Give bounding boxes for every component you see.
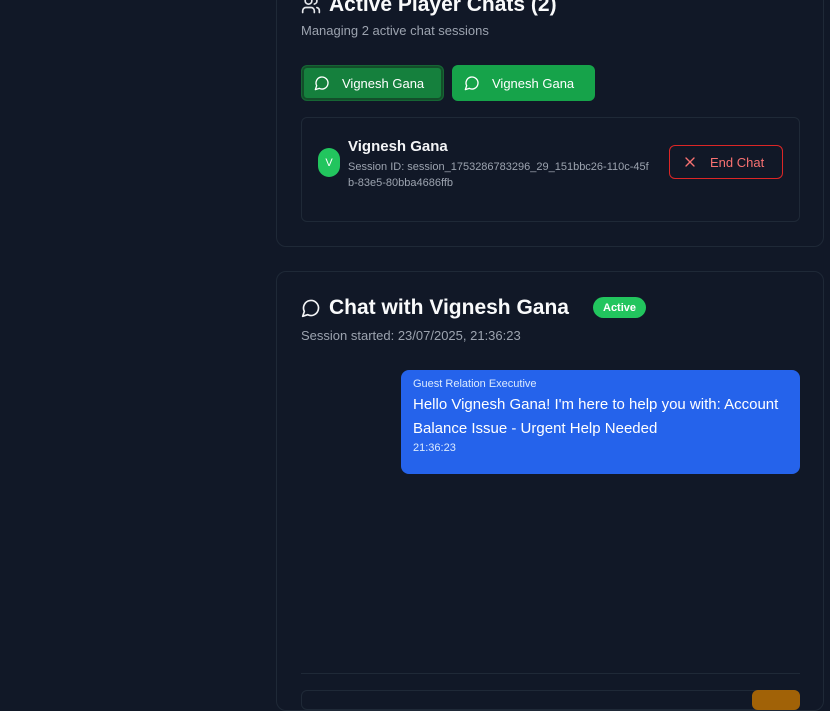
chat-panel: Chat with Vignesh Gana Active Session st… xyxy=(276,271,824,711)
end-chat-button[interactable]: End Chat xyxy=(669,145,783,179)
status-badge: Active xyxy=(593,297,647,318)
avatar: V xyxy=(318,148,340,177)
session-id: Session ID: session_1753286783296_29_151… xyxy=(348,161,649,189)
left-sidebar xyxy=(0,0,276,694)
message-circle-icon xyxy=(314,75,330,91)
session-tab-1[interactable]: Vignesh Gana xyxy=(301,65,444,101)
player-name: Vignesh Gana xyxy=(348,138,448,155)
chat-message: Guest Relation Executive Hello Vignesh G… xyxy=(401,370,800,474)
session-card: V Vignesh Gana Session ID: session_17532… xyxy=(301,117,800,222)
message-time: 21:36:23 xyxy=(413,442,456,454)
active-chats-header: Active Player Chats (2) xyxy=(301,0,557,17)
message-circle-icon xyxy=(301,298,321,318)
page-subtitle: Managing 2 active chat sessions xyxy=(301,23,489,38)
divider xyxy=(301,673,800,674)
send-button[interactable] xyxy=(752,690,800,710)
message-circle-icon xyxy=(464,75,480,91)
message-sender: Guest Relation Executive xyxy=(413,378,537,390)
chat-title: Chat with Vignesh Gana xyxy=(329,296,569,319)
message-input[interactable] xyxy=(301,690,800,710)
session-tab-label: Vignesh Gana xyxy=(492,75,575,91)
page-title: Active Player Chats (2) xyxy=(329,0,557,16)
chat-header: Chat with Vignesh Gana xyxy=(301,296,569,320)
users-icon xyxy=(301,0,321,15)
active-chats-panel: Active Player Chats (2) Managing 2 activ… xyxy=(276,0,824,247)
session-started: Session started: 23/07/2025, 21:36:23 xyxy=(301,328,521,343)
session-tab-label: Vignesh Gana xyxy=(342,75,425,91)
session-tab-2[interactable]: Vignesh Gana xyxy=(452,65,595,101)
message-text: Hello Vignesh Gana! I'm here to help you… xyxy=(413,396,779,437)
end-chat-label: End Chat xyxy=(710,154,765,170)
x-icon xyxy=(682,154,698,170)
